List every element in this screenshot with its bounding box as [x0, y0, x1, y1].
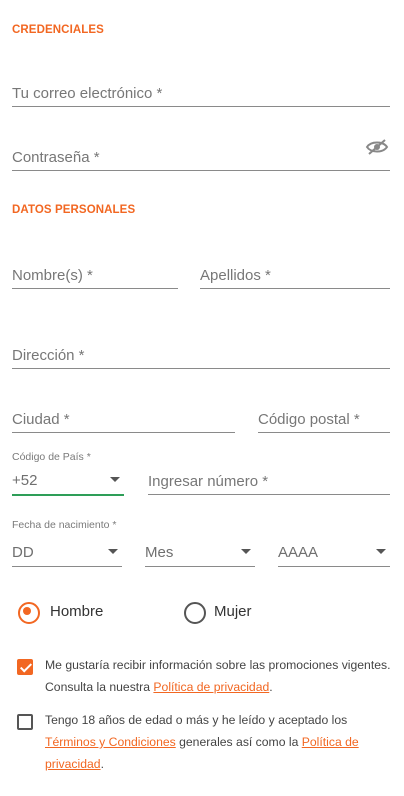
privacy-policy-link[interactable]: Política de privacidad — [153, 680, 269, 694]
chevron-down-icon — [241, 549, 251, 554]
email-input[interactable] — [12, 85, 390, 102]
month-value: Mes — [145, 544, 174, 561]
radio-hombre[interactable] — [18, 602, 40, 624]
chevron-down-icon — [376, 549, 386, 554]
eye-off-icon[interactable] — [365, 138, 389, 156]
age-text-1: Tengo 18 años de edad o más y he leído y… — [45, 713, 348, 727]
gender-option-hombre[interactable]: Hombre — [18, 600, 148, 624]
address-field[interactable] — [12, 338, 390, 369]
age-end: . — [100, 757, 104, 771]
promotions-checkbox[interactable] — [17, 659, 33, 675]
day-select[interactable]: DD — [12, 536, 122, 567]
age-terms-checkbox[interactable] — [17, 714, 33, 730]
country-code-label: Código de País * — [12, 451, 91, 463]
gender-option-mujer[interactable]: Mujer — [184, 600, 284, 624]
last-name-input[interactable] — [200, 267, 390, 284]
last-name-field[interactable] — [200, 258, 390, 289]
age-terms-consent-text: Tengo 18 años de edad o más y he leído y… — [45, 709, 393, 775]
gender-label-mujer: Mujer — [214, 603, 252, 620]
section-title-personal: DATOS PERSONALES — [12, 204, 136, 216]
day-value: DD — [12, 544, 34, 561]
address-input[interactable] — [12, 347, 390, 364]
password-field[interactable] — [12, 140, 390, 171]
chevron-down-icon — [108, 549, 118, 554]
city-input[interactable] — [12, 411, 235, 428]
birth-date-label: Fecha de nacimiento * — [12, 519, 117, 531]
phone-input[interactable] — [148, 473, 390, 490]
chevron-down-icon — [110, 477, 120, 482]
password-input[interactable] — [12, 149, 352, 166]
terms-link[interactable]: Términos y Condiciones — [45, 735, 176, 749]
month-select[interactable]: Mes — [145, 536, 255, 567]
postal-code-input[interactable] — [258, 411, 390, 428]
first-name-input[interactable] — [12, 267, 178, 284]
age-text-2: generales así como la — [175, 735, 302, 749]
section-title-credentials: CREDENCIALES — [12, 24, 104, 36]
postal-code-field[interactable] — [258, 402, 390, 433]
gender-label-hombre: Hombre — [50, 603, 104, 620]
year-select[interactable]: AAAA — [278, 536, 390, 567]
promotions-end: . — [269, 680, 273, 694]
year-value: AAAA — [278, 544, 319, 561]
first-name-field[interactable] — [12, 258, 178, 289]
country-code-select[interactable]: +52 — [12, 464, 124, 496]
country-code-value: +52 — [12, 472, 38, 489]
phone-field[interactable] — [148, 464, 390, 495]
radio-mujer[interactable] — [184, 602, 206, 624]
promotions-consent-text: Me gustaría recibir información sobre la… — [45, 654, 393, 698]
city-field[interactable] — [12, 402, 235, 433]
email-field[interactable] — [12, 76, 390, 107]
